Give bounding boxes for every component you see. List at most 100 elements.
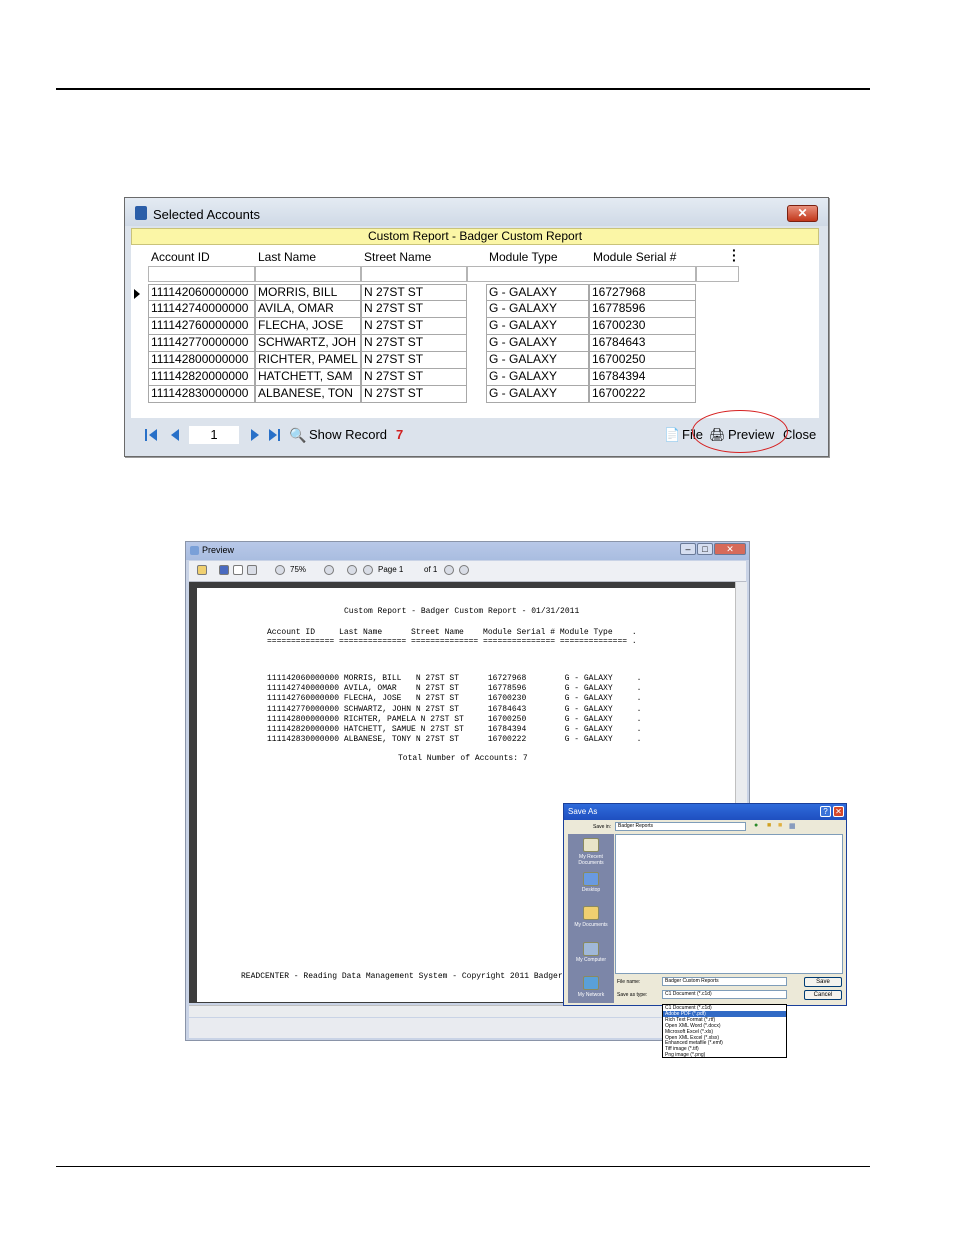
filter-module-type[interactable]	[467, 266, 696, 282]
top-rule	[56, 88, 870, 90]
grid-cell-account-id[interactable]: 111142820000000	[148, 369, 255, 386]
grid-cell-account-id[interactable]: 111142800000000	[148, 352, 255, 369]
grid-cell-last-name[interactable]: HATCHETT, SAM	[255, 369, 361, 386]
maximize-icon[interactable]: □	[697, 543, 713, 555]
filter-last-name[interactable]	[255, 266, 361, 282]
grid-cell-street[interactable]: N 27ST ST	[361, 301, 467, 318]
last-record-icon[interactable]	[268, 428, 282, 442]
minimize-icon[interactable]: –	[680, 543, 696, 555]
type-option[interactable]: Png image (*.png)	[663, 1052, 786, 1058]
first-page-icon[interactable]	[347, 565, 357, 575]
grid-cell-last-name[interactable]: ALBANESE, TON	[255, 386, 361, 403]
grid-cell-street[interactable]: N 27ST ST	[361, 335, 467, 352]
save-button[interactable]: Save	[804, 977, 842, 987]
grid-cell-street[interactable]: N 27ST ST	[361, 318, 467, 335]
save-as-type-label: Save as type:	[617, 992, 648, 998]
column-header-last-name[interactable]: Last Name	[258, 248, 358, 266]
report-total: Total Number of Accounts: 7	[398, 754, 528, 763]
next-page-icon[interactable]	[444, 565, 454, 575]
grid-cell-account-id[interactable]: 111142830000000	[148, 386, 255, 403]
grid-cell-last-name[interactable]: SCHWARTZ, JOH	[255, 335, 361, 352]
filter-account-id[interactable]	[148, 266, 255, 282]
column-header-module-serial[interactable]: Module Serial #	[593, 248, 693, 266]
page-setup-icon[interactable]	[233, 565, 243, 575]
grid-cell-street[interactable]: N 27ST ST	[361, 284, 467, 301]
last-page-icon[interactable]	[459, 565, 469, 575]
grid-cell-account-id[interactable]: 111142770000000	[148, 335, 255, 352]
place-documents-label: My Documents	[574, 922, 608, 928]
close-icon[interactable]: ✕	[833, 806, 844, 817]
cancel-button[interactable]: Cancel	[804, 990, 842, 1000]
grid-cell-serial[interactable]: 16778596	[589, 301, 696, 318]
grid-cell-serial[interactable]: 16700250	[589, 352, 696, 369]
grid-cell-module-type[interactable]: G - GALAXY	[486, 318, 589, 335]
file-name-input[interactable]: Badger Custom Reports	[662, 977, 787, 986]
desktop-icon	[583, 872, 599, 886]
column-options-icon[interactable]: · · ·	[732, 243, 737, 267]
back-icon[interactable]: ●	[754, 822, 758, 829]
column-header-account-id[interactable]: Account ID	[151, 248, 251, 266]
title-bar: Selected Accounts ✕	[125, 198, 828, 226]
grid-cell-serial[interactable]: 16784643	[589, 335, 696, 352]
window-title: Selected Accounts	[153, 207, 260, 222]
open-folder-icon[interactable]	[197, 565, 207, 575]
grid-cell-street[interactable]: N 27ST ST	[361, 386, 467, 403]
grid-cell-last-name[interactable]: AVILA, OMAR	[255, 301, 361, 318]
next-record-icon[interactable]	[248, 428, 262, 442]
help-icon[interactable]: ?	[820, 806, 831, 817]
grid-cell-module-type[interactable]: G - GALAXY	[486, 352, 589, 369]
place-computer-label: My Computer	[575, 957, 606, 963]
grid-cell-module-type[interactable]: G - GALAXY	[486, 386, 589, 403]
filter-module-serial[interactable]	[696, 266, 739, 282]
record-count: 7	[396, 427, 404, 442]
close-button[interactable]: Close	[783, 422, 816, 448]
column-header-street-name[interactable]: Street Name	[364, 248, 464, 266]
column-header-module-type[interactable]: Module Type	[489, 248, 589, 266]
grid-cell-module-type[interactable]: G - GALAXY	[486, 301, 589, 318]
close-icon[interactable]: ✕	[787, 205, 818, 222]
grid-cell-serial[interactable]: 16700222	[589, 386, 696, 403]
title-bar: Preview – □ ✕	[186, 542, 749, 560]
save-as-dialog: Save As ? ✕ Save in: Badger Reports ● ■ …	[563, 803, 847, 1006]
print-icon[interactable]	[247, 565, 257, 575]
previous-page-icon[interactable]	[363, 565, 373, 575]
current-row-indicator-icon	[134, 289, 140, 299]
zoom-in-icon[interactable]	[324, 565, 334, 575]
grid-cell-last-name[interactable]: RICHTER, PAMEL	[255, 352, 361, 369]
filter-street-name[interactable]	[361, 266, 467, 282]
first-record-icon[interactable]	[145, 428, 159, 442]
zoom-level[interactable]: 75%	[290, 565, 306, 574]
grid-cell-street[interactable]: N 27ST ST	[361, 352, 467, 369]
save-icon[interactable]	[219, 565, 229, 575]
grid-cell-serial[interactable]: 16784394	[589, 369, 696, 386]
close-icon[interactable]: ✕	[714, 543, 746, 555]
bottom-rule	[56, 1166, 870, 1167]
grid-cell-module-type[interactable]: G - GALAXY	[486, 335, 589, 352]
preview-app-icon	[190, 546, 199, 555]
grid-cell-last-name[interactable]: FLECHA, JOSE	[255, 318, 361, 335]
new-folder-icon[interactable]: ■	[778, 822, 782, 829]
up-folder-icon[interactable]: ■	[767, 822, 771, 829]
show-record-button[interactable]: Show Record	[309, 422, 387, 448]
save-as-type-select[interactable]: C1 Document (*.c1d)	[662, 990, 787, 999]
previous-record-icon[interactable]	[169, 428, 183, 442]
page-number[interactable]: Page 1	[378, 565, 403, 574]
preview-highlight-circle	[692, 410, 788, 453]
grid-cell-street[interactable]: N 27ST ST	[361, 369, 467, 386]
grid-cell-module-type[interactable]: G - GALAXY	[486, 284, 589, 301]
grid-cell-account-id[interactable]: 111142760000000	[148, 318, 255, 335]
grid-cell-serial[interactable]: 16727968	[589, 284, 696, 301]
search-icon[interactable]: 🔍	[289, 422, 306, 448]
views-icon[interactable]: ▦	[789, 822, 796, 830]
grid-cell-module-type[interactable]: G - GALAXY	[486, 369, 589, 386]
grid-cell-account-id[interactable]: 111142060000000	[148, 284, 255, 301]
record-position-input[interactable]: 1	[189, 426, 239, 444]
file-name-label: File name:	[617, 979, 641, 985]
zoom-out-icon[interactable]	[275, 565, 285, 575]
grid-cell-last-name[interactable]: MORRIS, BILL	[255, 284, 361, 301]
file-list[interactable]	[615, 834, 843, 974]
report-row: 111142760000000 FLECHA, JOSE N 27ST ST 1…	[267, 694, 642, 704]
grid-cell-serial[interactable]: 16700230	[589, 318, 696, 335]
save-in-select[interactable]: Badger Reports	[615, 822, 746, 831]
grid-cell-account-id[interactable]: 111142740000000	[148, 301, 255, 318]
